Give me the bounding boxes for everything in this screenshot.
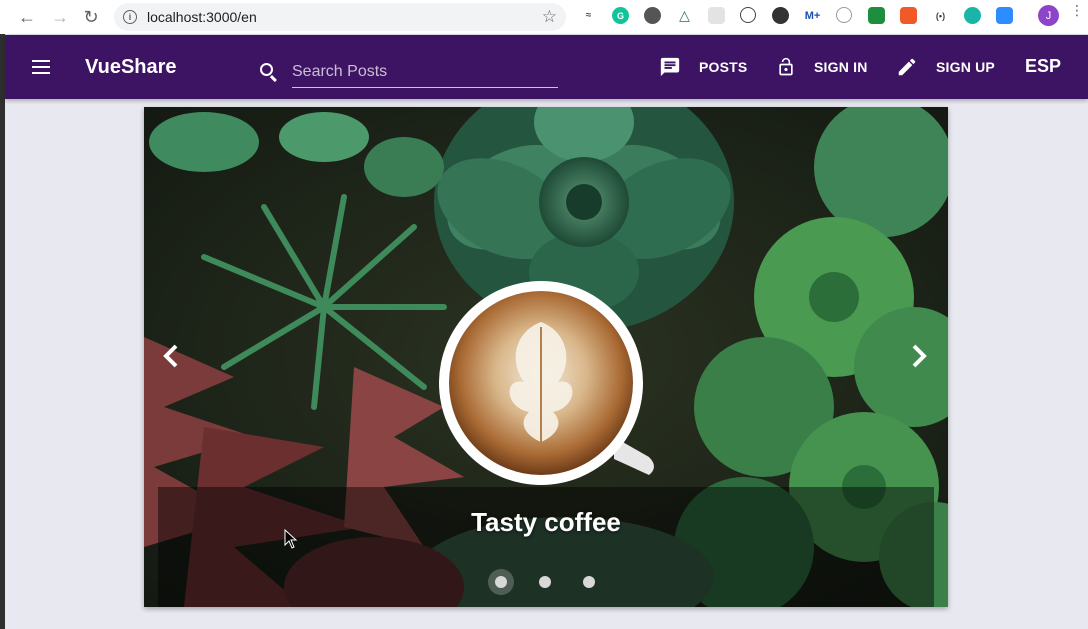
notebook-icon[interactable]: ≈ [580,7,597,24]
carousel-dot-2[interactable] [532,569,558,595]
clock-ext-icon[interactable] [836,7,852,23]
nav-posts-label: POSTS [699,59,748,75]
carousel-dot-3[interactable] [576,569,602,595]
app-bar: VueShare POSTS SIGN IN SIGN UP ESP [5,35,1088,99]
image-carousel: Tasty coffee [144,107,948,607]
nav-posts[interactable]: POSTS [659,55,747,79]
nav-sign-in-label: SIGN IN [814,59,868,75]
bracket-ext-icon[interactable] [740,7,756,23]
reload-icon[interactable]: ↻ [79,5,103,29]
carousel-dot-1[interactable] [488,569,514,595]
forward-icon[interactable]: → [48,5,72,29]
search-icon [260,63,273,76]
back-icon[interactable]: ← [15,5,39,29]
mouse-cursor-icon [284,529,298,549]
carousel-prev-icon[interactable] [158,343,184,369]
url-text[interactable]: localhost:3000/en [147,9,257,25]
nav-sign-up-label: SIGN UP [936,59,995,75]
carousel-indicators [144,569,948,595]
browser-menu-icon[interactable]: ⋮ [1070,3,1084,17]
triangle-ext-icon[interactable]: △ [676,7,693,24]
wave-ext-icon[interactable]: (•) [932,7,949,24]
window-edge [0,34,5,629]
brand-title[interactable]: VueShare [85,56,177,79]
nav-sign-up[interactable]: SIGN UP [896,55,995,79]
nav-sign-in[interactable]: SIGN IN [776,55,868,79]
grammarly-icon[interactable]: G [612,7,629,24]
m-plus-ext-icon[interactable]: M+ [804,7,821,24]
zoom-ext-icon[interactable] [996,7,1013,24]
teal-chat-ext-icon[interactable] [964,7,981,24]
chat-icon [660,57,680,77]
pencil-icon [898,58,916,76]
address-bar[interactable]: i localhost:3000/en ☆ [114,3,566,31]
browser-toolbar: ← → ↻ i localhost:3000/en ☆ ≈ G △ M+ (•)… [0,0,1088,35]
language-toggle[interactable]: ESP [1025,56,1061,77]
bookmark-star-icon[interactable]: ☆ [542,7,557,27]
moon-ext-icon[interactable] [772,7,789,24]
circle-ext-icon[interactable] [644,7,661,24]
grid-ext-icon[interactable] [708,7,725,24]
lock-icon [779,57,793,76]
carousel-next-icon[interactable] [906,343,932,369]
search-input[interactable] [292,57,558,88]
profile-avatar[interactable]: J [1038,5,1059,26]
orange-ext-icon[interactable] [900,7,917,24]
green-sheet-ext-icon[interactable] [868,7,885,24]
site-info-icon[interactable]: i [123,10,137,24]
hamburger-menu-icon[interactable] [32,60,50,74]
search-box [257,51,559,89]
slide-caption: Tasty coffee [471,507,621,537]
